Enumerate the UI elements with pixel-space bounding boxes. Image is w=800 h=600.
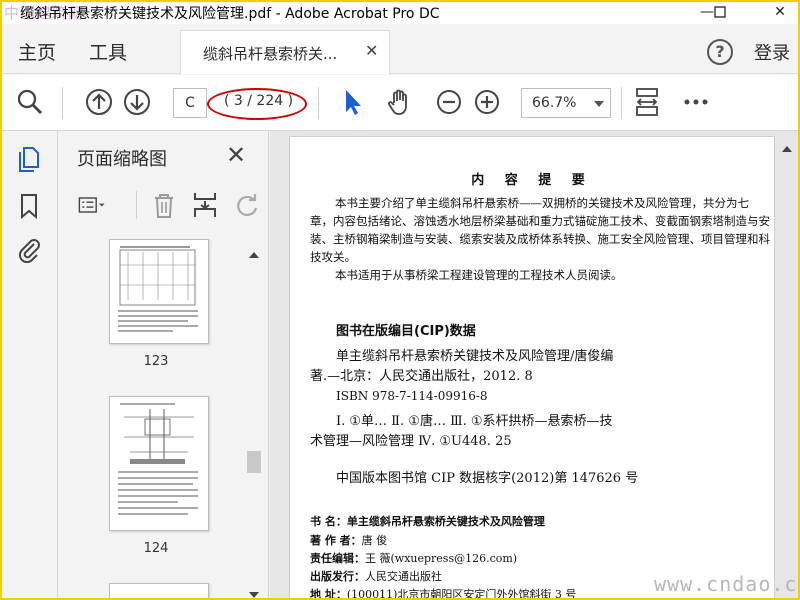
title-bar: 中国建筑网 缆斜吊杆悬索桥关键技术及风险管理.pdf - Adobe Acrob… (2, 2, 798, 24)
summary-line: 章，内容包括绪论、溶蚀透水地层桥梁基础和重力式锚碇施工技术、变截面钢索塔制造与安 (310, 214, 770, 228)
thumbnail-page[interactable] (109, 583, 209, 598)
meta-value: 唐 俊 (361, 534, 388, 547)
menu-row: 主页 工具 缆斜吊杆悬索桥关... ✕ ? 登录 (2, 24, 798, 74)
scroll-thumb[interactable] (247, 451, 261, 473)
zoom-in-icon[interactable] (472, 87, 502, 117)
chevron-down-icon (594, 101, 604, 107)
red-annotation-oval (207, 88, 307, 120)
next-page-icon[interactable] (122, 87, 152, 117)
bookmark-icon[interactable] (15, 192, 43, 220)
trash-icon[interactable] (150, 191, 178, 219)
search-icon[interactable] (15, 87, 45, 117)
meta-key: 出版发行： (310, 570, 365, 583)
insert-page-icon[interactable] (191, 191, 219, 219)
tab-label: 缆斜吊杆悬索桥关... (203, 45, 338, 63)
page-heading: 内 容 提 要 (471, 173, 593, 188)
thumbnail-page[interactable] (109, 396, 209, 531)
select-cursor-icon[interactable] (338, 87, 368, 117)
document-scrollbar[interactable] (777, 142, 793, 597)
tab-close-icon[interactable]: ✕ (365, 41, 378, 60)
thumbnail-label: 123 (143, 354, 169, 369)
toolbar-divider (62, 87, 63, 119)
meta-value: (100011)北京市朝阳区安定门外外馆斜街 3 号 (346, 588, 577, 600)
cip-title: 图书在版编目(CIP)数据 (336, 324, 476, 339)
zoom-select[interactable]: 66.7% (521, 88, 611, 118)
scroll-up-icon[interactable] (249, 252, 259, 258)
previous-page-icon[interactable] (84, 87, 114, 117)
meta-row: 出版发行：人民交通出版社 (310, 568, 442, 584)
summary-line: 本书主要介绍了单主缆斜吊杆悬索桥——双拥桥的关键技术及风险管理，共分为七 (335, 196, 749, 210)
page-preview (118, 403, 198, 515)
meta-key: 著 作 者： (310, 534, 362, 547)
cip-line: 单主缆斜吊杆悬索桥关键技术及风险管理/唐俊编 (336, 349, 614, 364)
meta-value: 王 薇(wxuepress@126.com) (365, 552, 518, 565)
thumbnail-scrollbar[interactable] (244, 246, 264, 598)
meta-key: 书 名： (310, 515, 347, 528)
meta-row: 书 名：单主缆斜吊杆悬索桥关键技术及风险管理 (310, 513, 545, 529)
panel-close-icon[interactable]: ✕ (226, 141, 246, 169)
panel-toolbar (58, 183, 269, 233)
toolbar-divider (621, 87, 622, 119)
app-window: 中国建筑网 缆斜吊杆悬索桥关键技术及风险管理.pdf - Adobe Acrob… (0, 0, 800, 600)
panel-divider (136, 191, 137, 219)
close-window-button[interactable]: ✕ (765, 2, 795, 24)
login-button[interactable]: 登录 (754, 39, 790, 65)
site-watermark: www.cndao.com (654, 572, 798, 596)
menu-tools[interactable]: 工具 (89, 38, 127, 65)
summary-line: 装、主桥钢箱梁制造与安装、缆索安装及成桥体系转换、施工安全风险管理、项目管理和科 (310, 232, 770, 246)
scroll-down-icon[interactable] (249, 592, 259, 598)
attachment-icon[interactable] (15, 235, 43, 263)
toolbar-divider (318, 87, 319, 119)
maximize-button[interactable] (705, 2, 735, 24)
document-area: 内 容 提 要 本书主要介绍了单主缆斜吊杆悬索桥——双拥桥的关键技术及风险管理，… (270, 131, 798, 600)
help-icon[interactable]: ? (707, 39, 733, 65)
page-thumbnails-icon[interactable] (15, 145, 43, 173)
scroll-up-icon[interactable] (782, 146, 792, 152)
more-options-icon[interactable] (681, 87, 711, 117)
document-tab[interactable]: 缆斜吊杆悬索桥关... ✕ (180, 30, 390, 74)
rotate-icon[interactable] (234, 191, 262, 219)
toolbar: C ( 3 / 224 ) 66.7% (2, 75, 798, 131)
thumbnail-label: 124 (143, 541, 169, 556)
window-title: 缆斜吊杆悬索桥关键技术及风险管理.pdf - Adobe Acrobat Pro… (20, 6, 440, 22)
summary-line: 技攻关。 (310, 250, 356, 264)
meta-row: 责任编辑：王 薇(wxuepress@126.com) (310, 550, 517, 566)
zoom-value: 66.7% (532, 95, 577, 111)
page-number-input[interactable]: C (173, 88, 207, 118)
thumbnail-page[interactable] (109, 239, 209, 344)
fit-page-icon[interactable] (632, 87, 662, 117)
class-line: Ⅰ. ①单… Ⅱ. ①唐… Ⅲ. ①系杆拱桥—悬索桥—技 (336, 414, 613, 429)
zoom-out-icon[interactable] (434, 87, 464, 117)
menu-home[interactable]: 主页 (18, 38, 56, 65)
meta-row: 著 作 者：唐 俊 (310, 532, 387, 548)
thumbnail-panel: 页面缩略图 ✕ 123 124 (58, 131, 269, 598)
cip-line: 著.—北京：人民交通出版社，2012. 8 (310, 369, 533, 384)
thumbnail-options-icon[interactable] (78, 191, 106, 219)
class-line: 术管理—风险管理 Ⅳ. ①U448. 25 (310, 434, 512, 449)
meta-key: 地 址： (310, 588, 347, 600)
maximize-icon (714, 6, 726, 18)
panel-title: 页面缩略图 (77, 149, 167, 170)
meta-key: 责任编辑： (310, 552, 365, 565)
audience-line: 本书适用于从事桥梁工程建设管理的工程技术人员阅读。 (335, 268, 623, 282)
meta-value: 人民交通出版社 (365, 570, 442, 583)
thumbnail-list: 123 124 (58, 239, 254, 598)
page-preview (118, 246, 198, 332)
pdf-page: 内 容 提 要 本书主要介绍了单主缆斜吊杆悬索桥——双拥桥的关键技术及风险管理，… (289, 136, 775, 600)
hand-tool-icon[interactable] (385, 87, 415, 117)
left-rail (2, 131, 58, 598)
meta-row: 地 址：(100011)北京市朝阳区安定门外外馆斜街 3 号 (310, 586, 577, 600)
cip-line: ISBN 978-7-114-09916-8 (336, 389, 488, 403)
meta-value: 单主缆斜吊杆悬索桥关键技术及风险管理 (346, 515, 545, 528)
cip-number: 中国版本图书馆 CIP 数据核字(2012)第 147626 号 (336, 471, 639, 486)
